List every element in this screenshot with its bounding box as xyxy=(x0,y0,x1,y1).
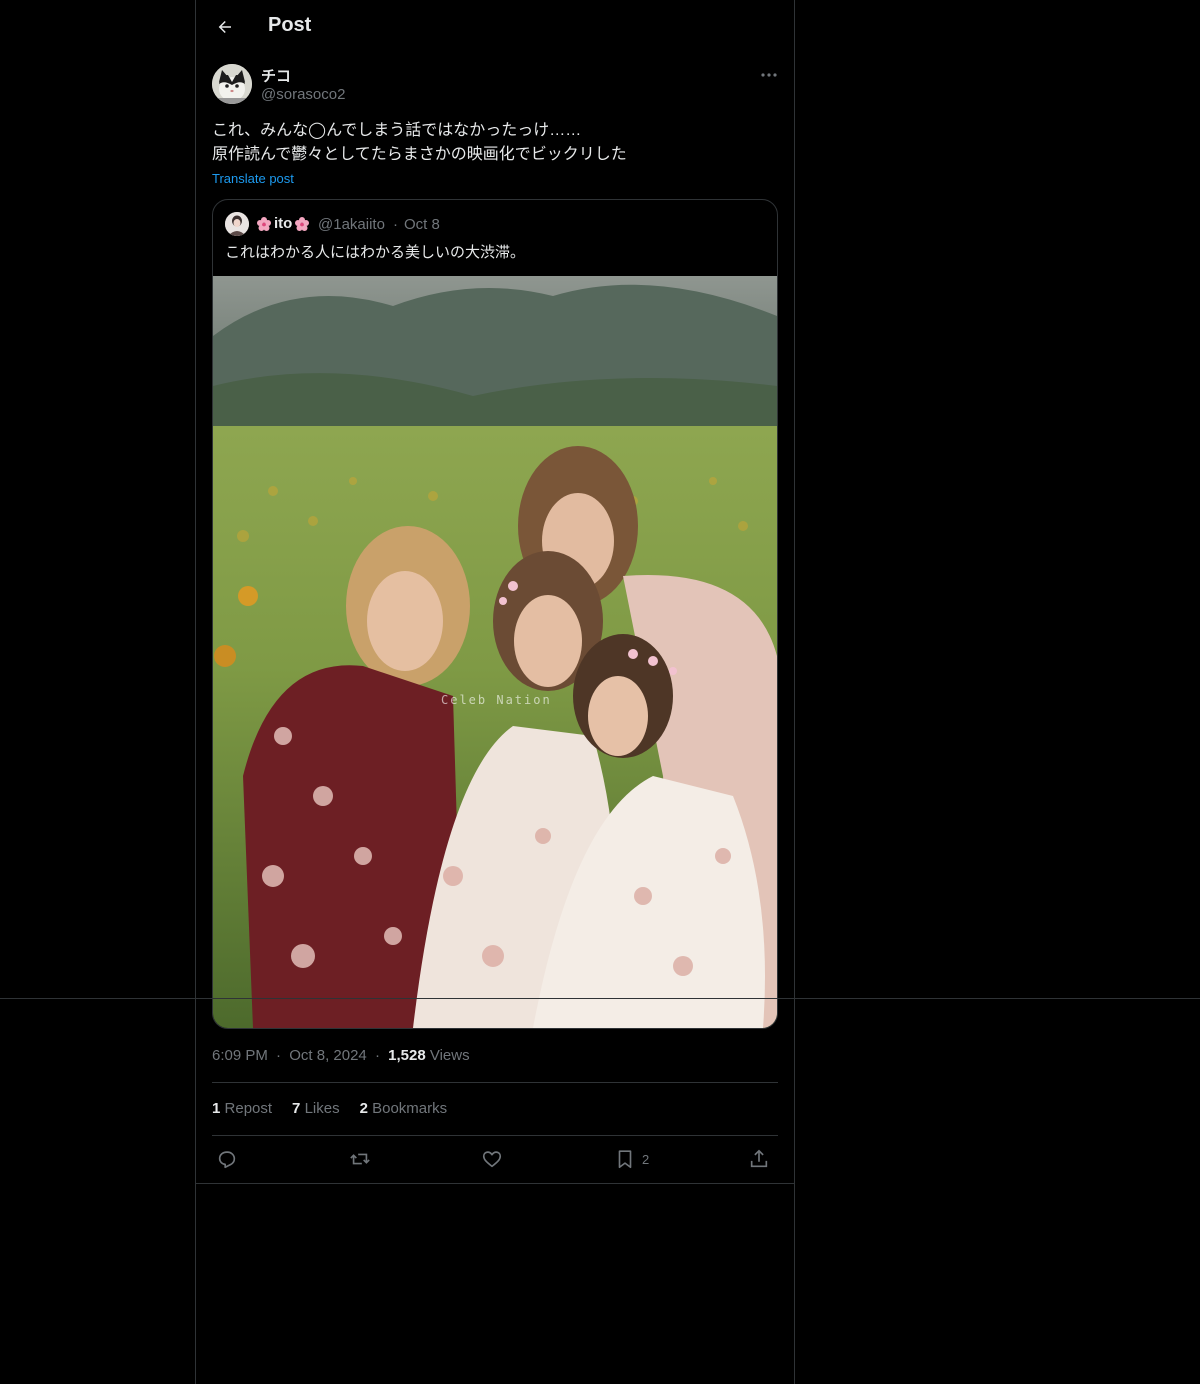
likes-stat[interactable]: 7 Likes xyxy=(292,1100,340,1117)
repost-icon xyxy=(350,1153,370,1165)
author-avatar[interactable] xyxy=(212,64,252,104)
bookmarks-stat[interactable]: 2 Bookmarks xyxy=(360,1100,448,1117)
cherry-blossom-icon xyxy=(257,216,271,231)
post-header: Post xyxy=(196,0,794,53)
bookmark-icon xyxy=(618,1150,632,1169)
arrow-left-icon xyxy=(218,21,231,33)
share-button[interactable] xyxy=(748,1146,770,1172)
meadow-photo: Celeb Nation xyxy=(213,276,777,1028)
cherry-blossom-icon xyxy=(295,216,310,231)
views-label: Views xyxy=(429,1047,470,1064)
page-title: Post xyxy=(268,14,312,36)
quoted-post-text: これはわかる人にはわかる美しいの大渋滞。 xyxy=(225,244,526,261)
cat-avatar-image xyxy=(212,64,252,104)
post-metadata: 6:09 PM · Oct 8, 2024 · 1,528 Views xyxy=(212,1047,470,1064)
engagement-stats: 1 Repost 7 Likes 2 Bookmarks xyxy=(212,1100,447,1117)
divider xyxy=(196,1183,794,1184)
bookmark-button[interactable]: 2 xyxy=(614,1146,649,1172)
quoted-post[interactable]: ito @1akaiito · Oct 8 これはわかる人にはわかる美しいの大渋… xyxy=(212,199,778,1029)
post-text-line: これ、みんな◯んでしまう話ではなかったっけ…… xyxy=(212,122,582,139)
reposts-count: 1 xyxy=(212,1100,221,1117)
quoted-post-date[interactable]: Oct 8 xyxy=(404,216,440,233)
heart-icon xyxy=(482,1151,502,1168)
more-options-button[interactable] xyxy=(756,64,782,86)
reposts-label: Repost xyxy=(224,1100,273,1117)
author-display-name[interactable]: チコ xyxy=(261,65,291,86)
image-watermark: Celeb Nation xyxy=(441,693,552,707)
repost-button[interactable] xyxy=(349,1146,371,1172)
separator-dot: · xyxy=(374,1047,380,1064)
likes-count: 7 xyxy=(292,1100,301,1117)
reply-icon xyxy=(218,1151,236,1169)
quoted-author-handle: @1akaiito xyxy=(318,216,385,233)
views-count: 1,528 xyxy=(388,1047,426,1064)
action-bar: 2 xyxy=(212,1146,778,1172)
divider xyxy=(212,1082,778,1083)
quoted-post-image[interactable]: Celeb Nation xyxy=(213,276,777,1028)
quoted-author-name-text: ito xyxy=(274,215,293,232)
reposts-stat[interactable]: 1 Repost xyxy=(212,1100,272,1117)
post-text: これ、みんな◯んでしまう話ではなかったっけ…… 原作読んで鬱々としてたらまさかの… xyxy=(212,119,778,167)
like-button[interactable] xyxy=(481,1146,503,1172)
post-date[interactable]: Oct 8, 2024 xyxy=(289,1047,367,1064)
back-button[interactable] xyxy=(208,10,242,44)
share-icon xyxy=(750,1149,768,1168)
bookmarks-count: 2 xyxy=(359,1100,368,1117)
main-column: Post チコ @sorasoco2 これ、みんな◯んでしまう話ではなかったっけ… xyxy=(195,0,795,1384)
person-avatar-image xyxy=(225,212,249,236)
more-icon xyxy=(761,73,777,77)
divider xyxy=(212,1135,778,1136)
likes-label: Likes xyxy=(304,1100,340,1117)
separator-dot: · xyxy=(276,1047,282,1064)
author-handle[interactable]: @sorasoco2 xyxy=(261,86,345,103)
post-time[interactable]: 6:09 PM xyxy=(212,1047,268,1064)
bookmarks-label: Bookmarks xyxy=(372,1100,448,1117)
reply-button[interactable] xyxy=(216,1146,238,1172)
bookmark-count: 2 xyxy=(642,1151,650,1167)
quoted-author-name[interactable]: ito xyxy=(254,215,312,232)
separator-dot: · xyxy=(393,216,398,233)
horizontal-divider-line xyxy=(0,998,1200,999)
translate-post-link[interactable]: Translate post xyxy=(212,171,294,186)
quoted-author-avatar[interactable] xyxy=(225,212,249,236)
post-text-line: 原作読んで鬱々としてたらまさかの映画化でビックリした xyxy=(212,146,627,163)
